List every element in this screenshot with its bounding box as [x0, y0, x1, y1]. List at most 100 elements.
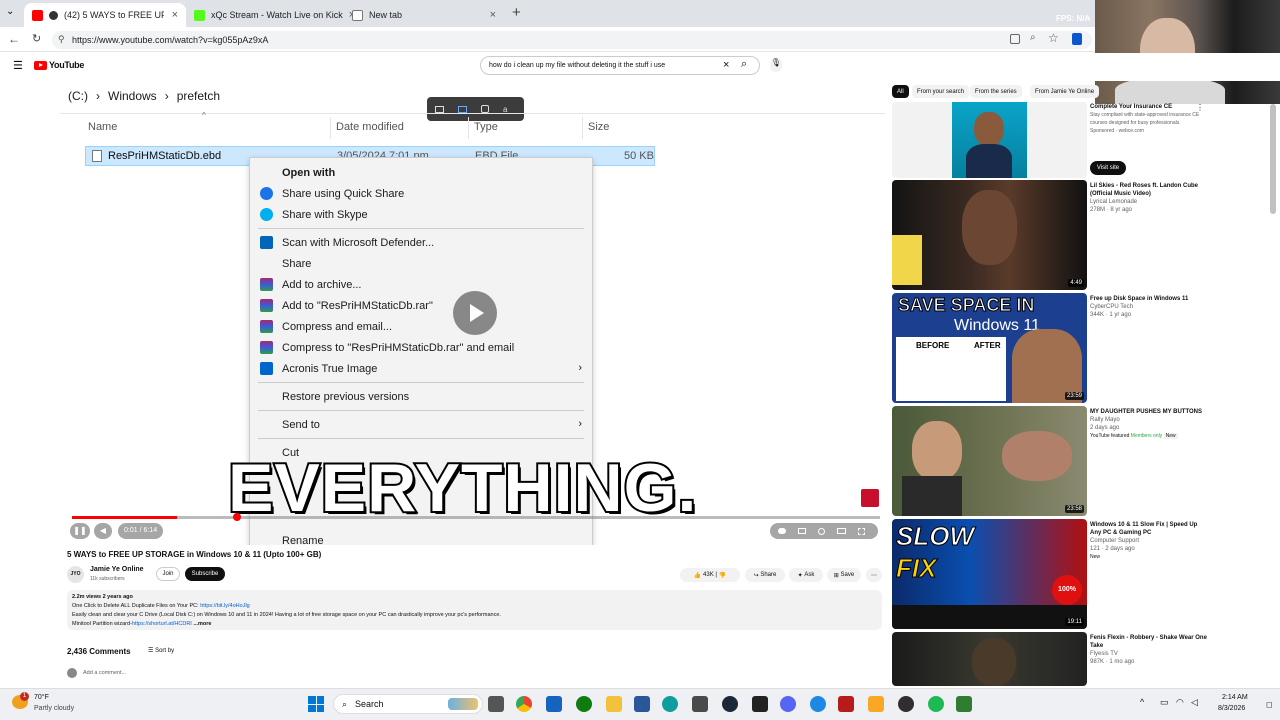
extensions-icon[interactable]	[1010, 34, 1020, 44]
menu-defender[interactable]: Scan with Microsoft Defender...	[250, 232, 594, 253]
like-button[interactable]: 👍 43K | 👎	[680, 568, 740, 582]
weather-temp[interactable]: 70°F	[34, 694, 49, 701]
rec-thumbnail[interactable]	[892, 632, 1087, 686]
filter-chip-series[interactable]: From the series	[970, 85, 1022, 98]
freeform-snip-icon[interactable]	[481, 105, 489, 113]
ad-more-icon[interactable]: ⋮	[1196, 103, 1204, 112]
window-snip-icon[interactable]	[458, 105, 467, 113]
progress-track[interactable]	[72, 516, 880, 519]
ad-thumbnail[interactable]	[892, 102, 1087, 178]
center-play-button[interactable]	[453, 291, 497, 335]
player-right-controls[interactable]	[770, 523, 878, 539]
breadcrumb-windows[interactable]: Windows	[108, 89, 157, 103]
column-type[interactable]: Type	[474, 121, 498, 133]
rec-info[interactable]: Lil Skies - Red Roses ft. Landon Cube (O…	[1090, 182, 1210, 214]
fullscreen-icon[interactable]	[858, 527, 865, 535]
channel-avatar[interactable]: JYO	[67, 566, 84, 583]
clock-date[interactable]: 8/3/2026	[1218, 705, 1245, 712]
edge-icon[interactable]	[662, 696, 678, 712]
menu-icon[interactable]: ☰	[13, 59, 23, 72]
zoom-icon[interactable]: ⌕	[1030, 32, 1036, 43]
clock-time[interactable]: 2:14 AM	[1222, 694, 1248, 701]
search-icon[interactable]: ⌕	[741, 58, 747, 71]
sort-comments-button[interactable]: ☰ Sort by	[148, 647, 174, 654]
share-button[interactable]: ↪ Share	[745, 568, 785, 582]
menu-acronis[interactable]: Acronis True Image ›	[250, 358, 594, 379]
start-windows-icon[interactable]	[308, 696, 324, 712]
xbox-icon[interactable]	[576, 696, 592, 712]
clear-search-icon[interactable]: ×	[723, 59, 729, 71]
menu-add-archive[interactable]: Add to archive...	[250, 274, 594, 295]
menu-open-with[interactable]: Open with	[250, 162, 594, 183]
file-explorer-icon[interactable]	[606, 696, 622, 712]
visit-site-button[interactable]: Visit site	[1090, 161, 1126, 175]
tab-youtube[interactable]: (42) 5 WAYS to FREE UP STORA ×	[24, 3, 186, 27]
site-info-icon[interactable]: ⚲	[58, 34, 65, 45]
menu-skype[interactable]: Share with Skype	[250, 204, 594, 225]
close-tab-icon[interactable]: ×	[490, 9, 496, 21]
app-icon[interactable]	[868, 696, 884, 712]
captions-icon[interactable]	[798, 528, 806, 534]
menu-rename[interactable]: Rename	[250, 530, 594, 546]
app-icon[interactable]	[956, 696, 972, 712]
app-icon[interactable]	[810, 696, 826, 712]
tab-new[interactable]: New tab ×	[344, 3, 504, 27]
menu-compress-email[interactable]: Compress and email...	[250, 316, 594, 337]
filter-chip-search[interactable]: From your search	[912, 85, 970, 98]
filter-chip-all[interactable]: All	[892, 85, 909, 98]
autoplay-toggle-icon[interactable]	[778, 528, 786, 534]
obs-icon[interactable]	[898, 696, 914, 712]
breadcrumb-prefetch[interactable]: prefetch	[177, 89, 220, 103]
rec-info[interactable]: MY DAUGHTER PUSHES MY BUTTONS Rally Mayo…	[1090, 408, 1210, 440]
tray-overflow-icon[interactable]: ^	[1140, 697, 1144, 707]
reload-icon[interactable]: ↻	[32, 32, 41, 45]
close-tab-icon[interactable]: ×	[172, 9, 178, 21]
volume-icon[interactable]: ◁	[1191, 697, 1198, 708]
volume-button[interactable]: ◀	[94, 523, 112, 539]
network-icon[interactable]: ▭	[1160, 697, 1169, 708]
spotify-icon[interactable]	[928, 696, 944, 712]
menu-compress-rar-email[interactable]: Compress to "ResPriHMStaticDb.rar" and e…	[250, 337, 594, 358]
save-button[interactable]: ⊞ Save	[827, 568, 861, 582]
column-date[interactable]: Date modified	[336, 121, 404, 133]
youtube-search-input[interactable]: how do i clean up my file without deleti…	[480, 56, 760, 75]
discord-icon[interactable]	[780, 696, 796, 712]
chrome-icon[interactable]	[516, 696, 532, 712]
tab-search-button[interactable]: ⌄	[6, 6, 14, 17]
description-link[interactable]: https://bit.ly/4oHoJlg	[200, 603, 250, 609]
column-name[interactable]: Name	[88, 121, 117, 133]
video-player[interactable]: (C:) › Windows › prefetch a Name ^ Date …	[60, 85, 885, 545]
menu-restore-versions[interactable]: Restore previous versions	[250, 386, 594, 407]
steam-icon[interactable]	[722, 696, 738, 712]
subscribe-button[interactable]: Subscribe	[185, 567, 225, 581]
thumbs-down-icon[interactable]: 👎	[719, 572, 726, 579]
add-comment-input[interactable]: Add a comment...	[83, 670, 126, 676]
app-icon[interactable]	[546, 696, 562, 712]
channel-name[interactable]: Jamie Ye Online	[90, 566, 144, 573]
new-tab-button[interactable]: +	[512, 4, 521, 21]
filter-chip-channel[interactable]: From Jamie Ye Online	[1030, 85, 1100, 98]
task-view-icon[interactable]	[488, 696, 504, 712]
rec-thumbnail[interactable]: SLOW FIX 100% 19:11	[892, 519, 1087, 629]
url-bar[interactable]: ⚲ https://www.youtube.com/watch?v=kg055p…	[52, 31, 1092, 49]
progress-scrubber[interactable]	[233, 513, 242, 521]
join-button[interactable]: Join	[156, 567, 180, 581]
rect-snip-icon[interactable]	[435, 105, 444, 113]
rec-thumbnail[interactable]: 23:58	[892, 406, 1087, 516]
more-actions-button[interactable]: ⋯	[866, 568, 882, 582]
store-icon[interactable]	[634, 696, 650, 712]
pause-button[interactable]: ❚❚	[70, 523, 90, 539]
notification-bell-icon[interactable]: ◻	[1266, 700, 1273, 709]
settings-icon[interactable]	[818, 527, 825, 535]
rec-thumbnail[interactable]: SAVE SPACE IN Windows 11 BEFORE AFTER 23…	[892, 293, 1087, 403]
tab-kick[interactable]: xQc Stream - Watch Live on Kick ×	[186, 3, 355, 27]
channel-watermark-icon[interactable]	[861, 489, 879, 507]
extension-badge-icon[interactable]	[1072, 33, 1082, 45]
app-icon[interactable]	[692, 696, 708, 712]
ad-info[interactable]: Complete Your Insurance CE Stay complian…	[1090, 103, 1210, 135]
epic-games-icon[interactable]	[752, 696, 768, 712]
menu-quick-share[interactable]: Share using Quick Share	[250, 183, 594, 204]
description-link[interactable]: https://shorturl.at/HCDRI	[132, 621, 192, 627]
menu-share[interactable]: Share	[250, 253, 594, 274]
youtube-logo[interactable]: YouTube	[34, 60, 84, 70]
